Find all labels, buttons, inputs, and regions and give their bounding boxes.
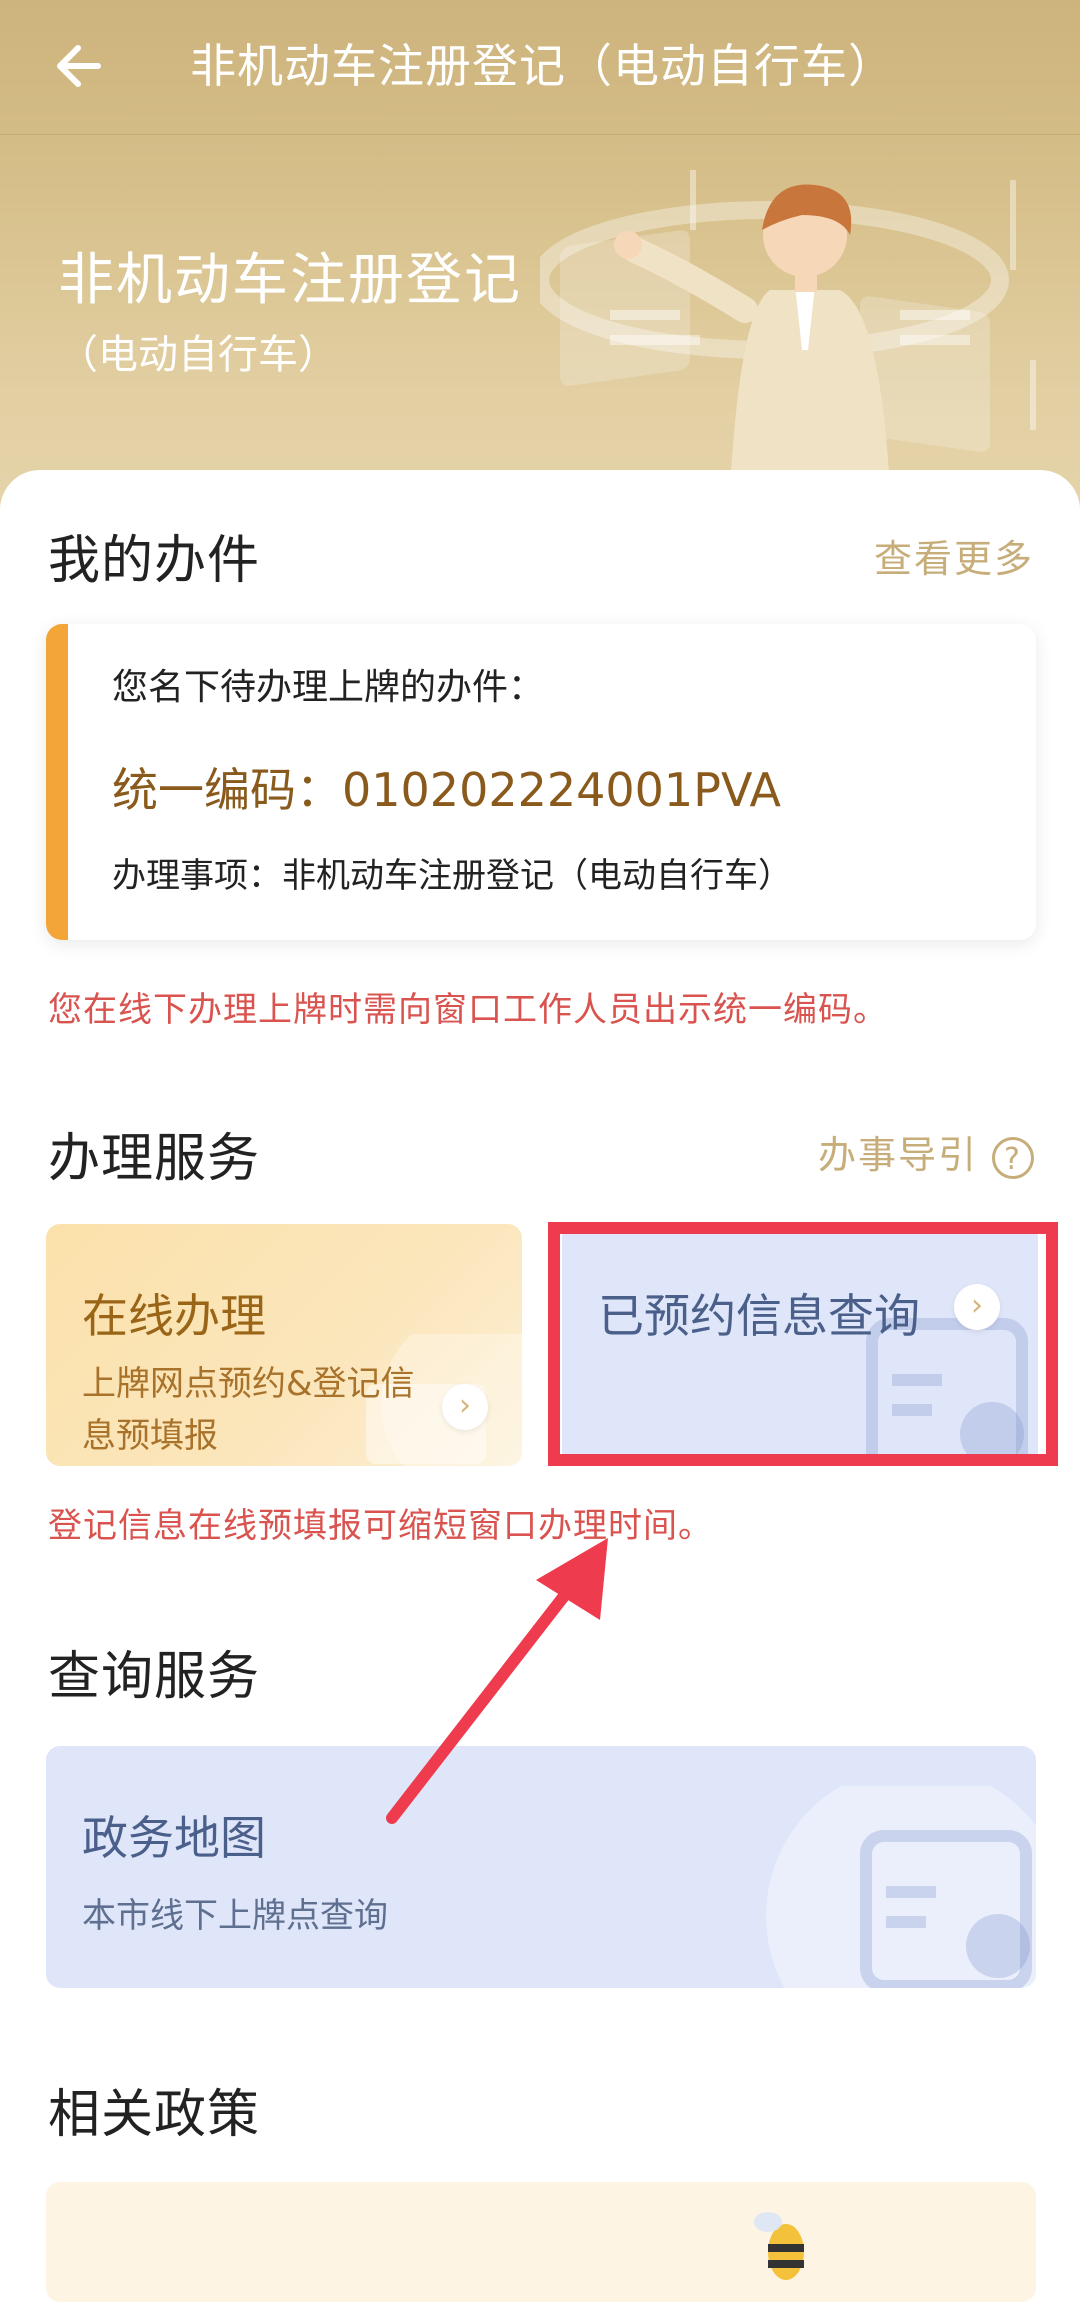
back-arrow-icon[interactable]: [50, 36, 110, 96]
case-matter-value: 非机动车注册登记（电动自行车）: [282, 856, 792, 896]
case-code-label: 统一编码：: [112, 763, 342, 817]
hero-title: 非机动车注册登记: [58, 248, 522, 313]
case-matter-label: 办理事项：: [112, 856, 282, 896]
gov-map-title: 政务地图: [82, 1811, 266, 1865]
chevron-right-icon: ›: [954, 1284, 1000, 1330]
policy-card[interactable]: [46, 2182, 1036, 2302]
guide-link[interactable]: 办事导引?: [818, 1124, 1034, 1179]
bee-icon: [754, 2212, 804, 2280]
services-title: 办理服务: [48, 1129, 261, 1189]
case-note: 您在线下办理上牌时需向窗口工作人员出示统一编码。: [48, 990, 888, 1030]
pending-case-card[interactable]: 您名下待办理上牌的办件： 统一编码：010202224001PVA 办理事项：非…: [46, 624, 1036, 940]
case-intro: 您名下待办理上牌的办件：: [112, 667, 545, 708]
policy-title: 相关政策: [48, 2085, 261, 2145]
guide-link-label: 办事导引: [817, 1133, 978, 1177]
services-note: 登记信息在线预填报可缩短窗口办理时间。: [48, 1506, 713, 1546]
gov-map-card[interactable]: 政务地图 本市线下上牌点查询: [46, 1746, 1036, 1988]
case-code-value: 010202224001PVA: [342, 763, 781, 817]
content-panel: 我的办件 查看更多 您名下待办理上牌的办件： 统一编码：010202224001…: [0, 470, 1080, 2302]
chevron-right-icon: ›: [442, 1384, 488, 1430]
case-code-row: 统一编码：010202224001PVA: [112, 754, 781, 820]
view-more-link[interactable]: 查看更多: [874, 528, 1034, 583]
gov-map-subtitle: 本市线下上牌点查询: [82, 1896, 388, 1936]
online-service-subtitle: 上牌网点预约&登记信息预填报: [82, 1364, 415, 1456]
case-matter-row: 办理事项：非机动车注册登记（电动自行车）: [112, 848, 792, 897]
query-title: 查询服务: [48, 1647, 261, 1707]
officer-illustration: [540, 170, 1036, 490]
help-icon: ?: [992, 1136, 1034, 1179]
my-cases-title: 我的办件: [48, 531, 261, 591]
top-nav-bar: 非机动车注册登记（电动自行车）: [0, 0, 1080, 135]
hero-subtitle: （电动自行车）: [58, 332, 338, 378]
online-service-title: 在线办理: [82, 1289, 266, 1343]
booked-info-title: 已预约信息查询: [598, 1289, 920, 1343]
calendar-clock-icon: [766, 1786, 1036, 1988]
case-accent-bar: [46, 624, 68, 940]
online-service-card[interactable]: 在线办理 上牌网点预约&登记信息预填报 ›: [46, 1224, 522, 1466]
booked-info-query-card[interactable]: 已预约信息查询 ›: [562, 1224, 1038, 1466]
nav-title: 非机动车注册登记（电动自行车）: [190, 39, 895, 93]
